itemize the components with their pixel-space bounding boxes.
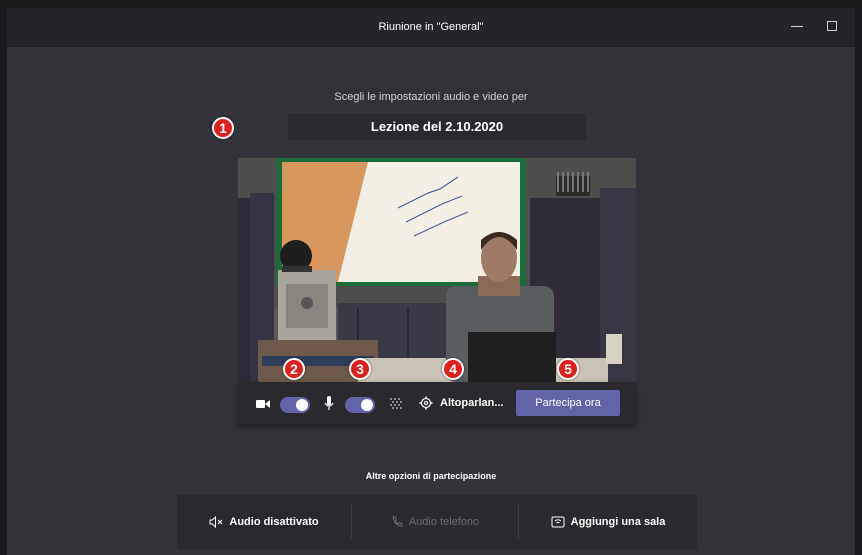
phone-audio-label: Audio telefono (408, 516, 480, 529)
audio-off-label: Audio disattivato (229, 516, 319, 529)
camera-toggle[interactable] (280, 397, 310, 413)
callout-badge-1: 1 (212, 117, 234, 139)
maximize-icon[interactable] (827, 21, 837, 31)
video-preview-image (238, 158, 636, 382)
callout-badge-4: 4 (442, 358, 464, 380)
device-controls-bar: Altoparlan... Partecipa ora (238, 382, 636, 424)
video-preview (238, 158, 636, 382)
window-title: Riunione in "General" (378, 21, 484, 33)
other-join-options-heading: Altre opzioni di partecipazione (365, 471, 497, 481)
meeting-title-box: Lezione del 2.10.2020 (288, 114, 586, 140)
meeting-title: Lezione del 2.10.2020 (370, 119, 504, 134)
background-effects-icon[interactable] (390, 398, 402, 410)
camera-icon (256, 400, 270, 408)
add-room-option[interactable]: Aggiungi una sala (519, 495, 697, 549)
other-join-options-bar: Audio disattivato Audio telefono Aggiung… (177, 495, 697, 549)
microphone-icon (324, 396, 334, 410)
callout-badge-2: 2 (283, 358, 305, 380)
speaker-device-selector[interactable]: Altoparlan... (440, 395, 504, 411)
speaker-muted-icon (209, 515, 223, 529)
minimize-icon[interactable] (791, 26, 803, 27)
add-room-label: Aggiungi una sala (570, 516, 666, 529)
callout-badge-3: 3 (349, 358, 371, 380)
gear-icon[interactable] (419, 396, 433, 410)
phone-audio-option: Audio telefono (352, 495, 518, 549)
callout-badge-5: 5 (557, 358, 579, 380)
camera-toggle-knob (296, 399, 308, 411)
room-icon (551, 516, 565, 528)
title-bar: Riunione in "General" (7, 8, 855, 47)
microphone-toggle[interactable] (345, 397, 375, 413)
settings-prompt: Scegli le impostazioni audio e video per (334, 91, 528, 103)
audio-off-option[interactable]: Audio disattivato (177, 495, 351, 549)
join-now-button[interactable]: Partecipa ora (516, 390, 620, 416)
teams-window: Riunione in "General" Scegli le impostaz… (7, 8, 855, 555)
phone-icon (392, 516, 403, 527)
microphone-toggle-knob (361, 399, 373, 411)
